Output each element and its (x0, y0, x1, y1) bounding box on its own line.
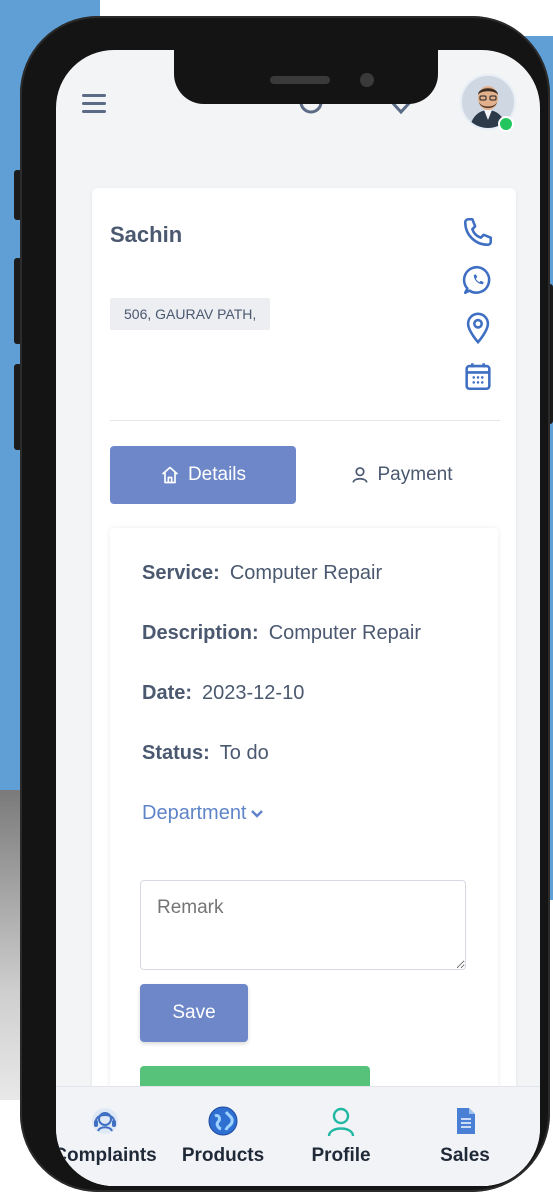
bottom-nav: Complaints Products Profile Sales (56, 1086, 540, 1186)
contact-actions (458, 208, 498, 400)
customer-address: 506, GAURAV PATH, (110, 298, 271, 330)
remark-input[interactable] (140, 880, 466, 970)
service-row: Service: Computer Repair (142, 562, 382, 585)
chevron-down-icon (250, 809, 263, 818)
divider (110, 420, 500, 421)
nav-products[interactable]: Products (168, 1101, 278, 1167)
camera (360, 73, 374, 87)
speaker (270, 76, 330, 84)
description-label: Description: (142, 622, 259, 644)
tab-payment-label: Payment (377, 464, 453, 485)
document-icon (457, 1108, 475, 1134)
status-row: Status: To do (142, 742, 269, 765)
date-row: Date: 2023-12-10 (142, 682, 304, 705)
tab-details-label: Details (187, 464, 247, 485)
phone-notch (174, 50, 438, 104)
department-label: Department (142, 802, 247, 824)
nav-sales[interactable]: Sales (410, 1101, 520, 1167)
date-value: 2023-12-10 (202, 682, 305, 704)
location-pin-icon[interactable] (458, 304, 498, 352)
nav-products-label: Products (181, 1145, 265, 1166)
nav-sales-label: Sales (440, 1145, 490, 1166)
nav-complaints[interactable]: Complaints (56, 1101, 160, 1167)
menu-icon[interactable] (82, 94, 106, 114)
calendar-icon[interactable] (458, 352, 498, 400)
description-value: Computer Repair (268, 622, 421, 644)
phone-icon[interactable] (458, 208, 498, 256)
nav-complaints-label: Complaints (56, 1145, 157, 1166)
department-dropdown[interactable]: Department (142, 802, 265, 825)
service-value: Computer Repair (229, 562, 383, 584)
online-status-dot (498, 116, 514, 132)
user-icon (327, 1107, 355, 1137)
headset-icon (92, 1108, 118, 1134)
whatsapp-icon[interactable] (458, 256, 498, 304)
phone-frame: Sachin 506, GAURAV PATH, Details Payment… (20, 16, 550, 1192)
customer-card: Sachin 506, GAURAV PATH, Details Payment… (92, 188, 516, 1186)
app-screen: Sachin 506, GAURAV PATH, Details Payment… (56, 50, 540, 1186)
service-label: Service: (142, 562, 220, 584)
date-label: Date: (142, 682, 193, 704)
description-row: Description: Computer Repair (142, 622, 421, 645)
save-button[interactable]: Save (140, 984, 248, 1042)
nav-profile[interactable]: Profile (286, 1101, 396, 1167)
status-label: Status: (142, 742, 210, 764)
home-icon (161, 466, 179, 484)
customer-name: Sachin (110, 222, 183, 247)
user-icon (352, 467, 367, 483)
tab-payment[interactable]: Payment (326, 446, 476, 504)
tab-details[interactable]: Details (110, 446, 296, 504)
globe-icon (208, 1106, 238, 1136)
status-value: To do (219, 742, 269, 764)
nav-profile-label: Profile (311, 1145, 371, 1166)
